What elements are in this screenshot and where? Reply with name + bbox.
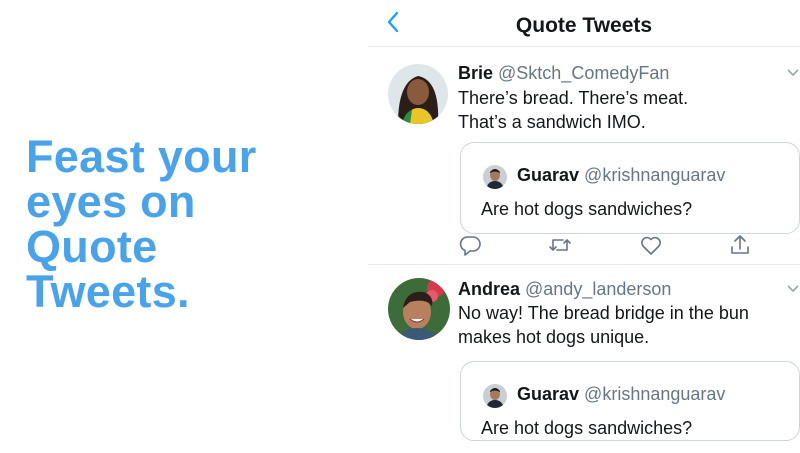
retweet-icon[interactable] (548, 233, 572, 257)
tweet-text-line: That’s a sandwich IMO. (458, 112, 646, 132)
chevron-down-icon[interactable] (786, 284, 800, 294)
tweet-header: Brie @Sktch_ComedyFan (458, 63, 669, 84)
chevron-down-icon[interactable] (786, 68, 800, 78)
tweet-text-line: No way! The bread bridge in the bun (458, 303, 749, 323)
reply-icon[interactable] (458, 233, 482, 257)
tweet-text-line: There’s bread. There’s meat. (458, 88, 689, 108)
page-title: Quote Tweets (515, 14, 653, 37)
nav-bar: Quote Tweets (368, 0, 800, 47)
quoted-author-name: Guarav (517, 384, 580, 404)
author-name[interactable]: Andrea (458, 279, 520, 299)
quoted-author-handle: @krishnanguarav (584, 165, 726, 185)
quoted-text: Are hot dogs sandwiches? (481, 199, 693, 219)
tweet-text: No way! The bread bridge in the bun make… (458, 301, 788, 349)
tweet[interactable]: Andrea @andy_landerson No way! The bread … (368, 265, 800, 453)
promo-headline: Feast your eyes on Quote Tweets. (26, 134, 346, 314)
avatar[interactable] (388, 278, 450, 340)
quoted-text: Are hot dogs sandwiches? (481, 418, 693, 438)
promo-line: Feast your (26, 131, 257, 182)
author-name[interactable]: Brie (458, 63, 493, 83)
author-handle[interactable]: @Sktch_ComedyFan (498, 63, 669, 83)
tweet-text: There’s bread. There’s meat. That’s a sa… (458, 86, 788, 134)
avatar[interactable] (388, 64, 448, 124)
tweet-actions (458, 233, 758, 257)
tweet[interactable]: Brie @Sktch_ComedyFan There’s bread. Ther… (368, 46, 800, 264)
quoted-tweet[interactable]: Guarav @krishnanguarav Are hot dogs sandw… (460, 361, 800, 441)
promo-line: Tweets. (26, 266, 190, 317)
quoted-tweet[interactable]: Guarav @krishnanguarav Are hot dogs sandw… (460, 142, 800, 234)
quoted-author: Guarav @krishnanguarav (517, 165, 725, 186)
quoted-author-handle: @krishnanguarav (584, 384, 726, 404)
tweet-text-line: makes hot dogs unique. (458, 327, 650, 347)
like-icon[interactable] (639, 233, 663, 257)
phone-screen: Quote Tweets Brie @Sktch_ComedyFan There’… (368, 0, 800, 453)
tweet-header: Andrea @andy_landerson (458, 279, 671, 300)
quoted-author: Guarav @krishnanguarav (517, 384, 725, 405)
avatar (483, 384, 507, 408)
promo-line: eyes on (26, 176, 196, 227)
avatar (483, 165, 507, 189)
share-icon[interactable] (728, 233, 752, 257)
quoted-author-name: Guarav (517, 165, 580, 185)
promo-line: Quote (26, 221, 158, 272)
author-handle[interactable]: @andy_landerson (525, 279, 671, 299)
